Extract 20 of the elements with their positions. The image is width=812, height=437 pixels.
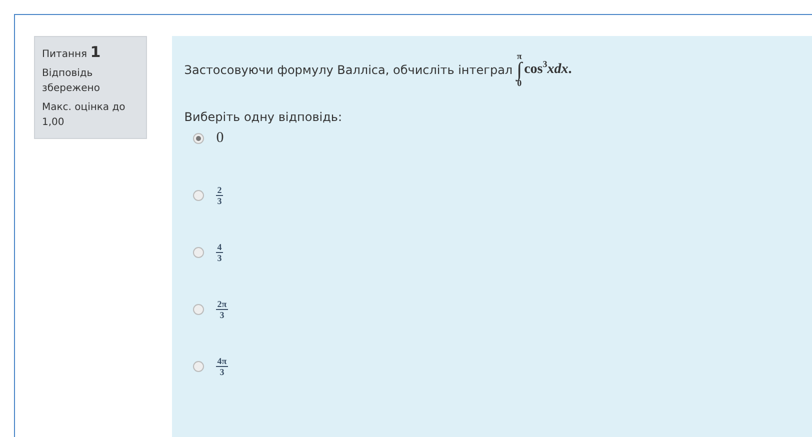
radio-button[interactable] [193,304,204,315]
answer-option: 4π 3 [216,356,228,377]
answer-prompt: Виберіть одну відповідь: [184,110,344,124]
answer-option: 2 3 [216,185,223,206]
radio-button[interactable] [193,247,204,258]
radio-button[interactable] [193,133,204,144]
integrand: cos$^{3}$xdx. [524,62,572,78]
question-text: Застосовуючи формулу Валліса, обчисліть інтеграл [184,63,513,77]
question-number: 1 [90,43,101,61]
answer-option: 0 [216,130,224,147]
radio-button[interactable] [193,361,204,372]
integral-sign: ∫ [516,61,522,79]
answer-status: Відповідь збережено [42,67,101,96]
lower-limit: 0 [517,79,522,88]
question-label: Питання [42,48,88,62]
answer-option: 4 3 [216,242,223,263]
max-grade: Макс. оцінка до 1,00 [42,101,126,130]
radio-button[interactable] [193,190,204,201]
upper-limit: π [516,52,522,61]
answer-option: 2π 3 [216,299,228,320]
